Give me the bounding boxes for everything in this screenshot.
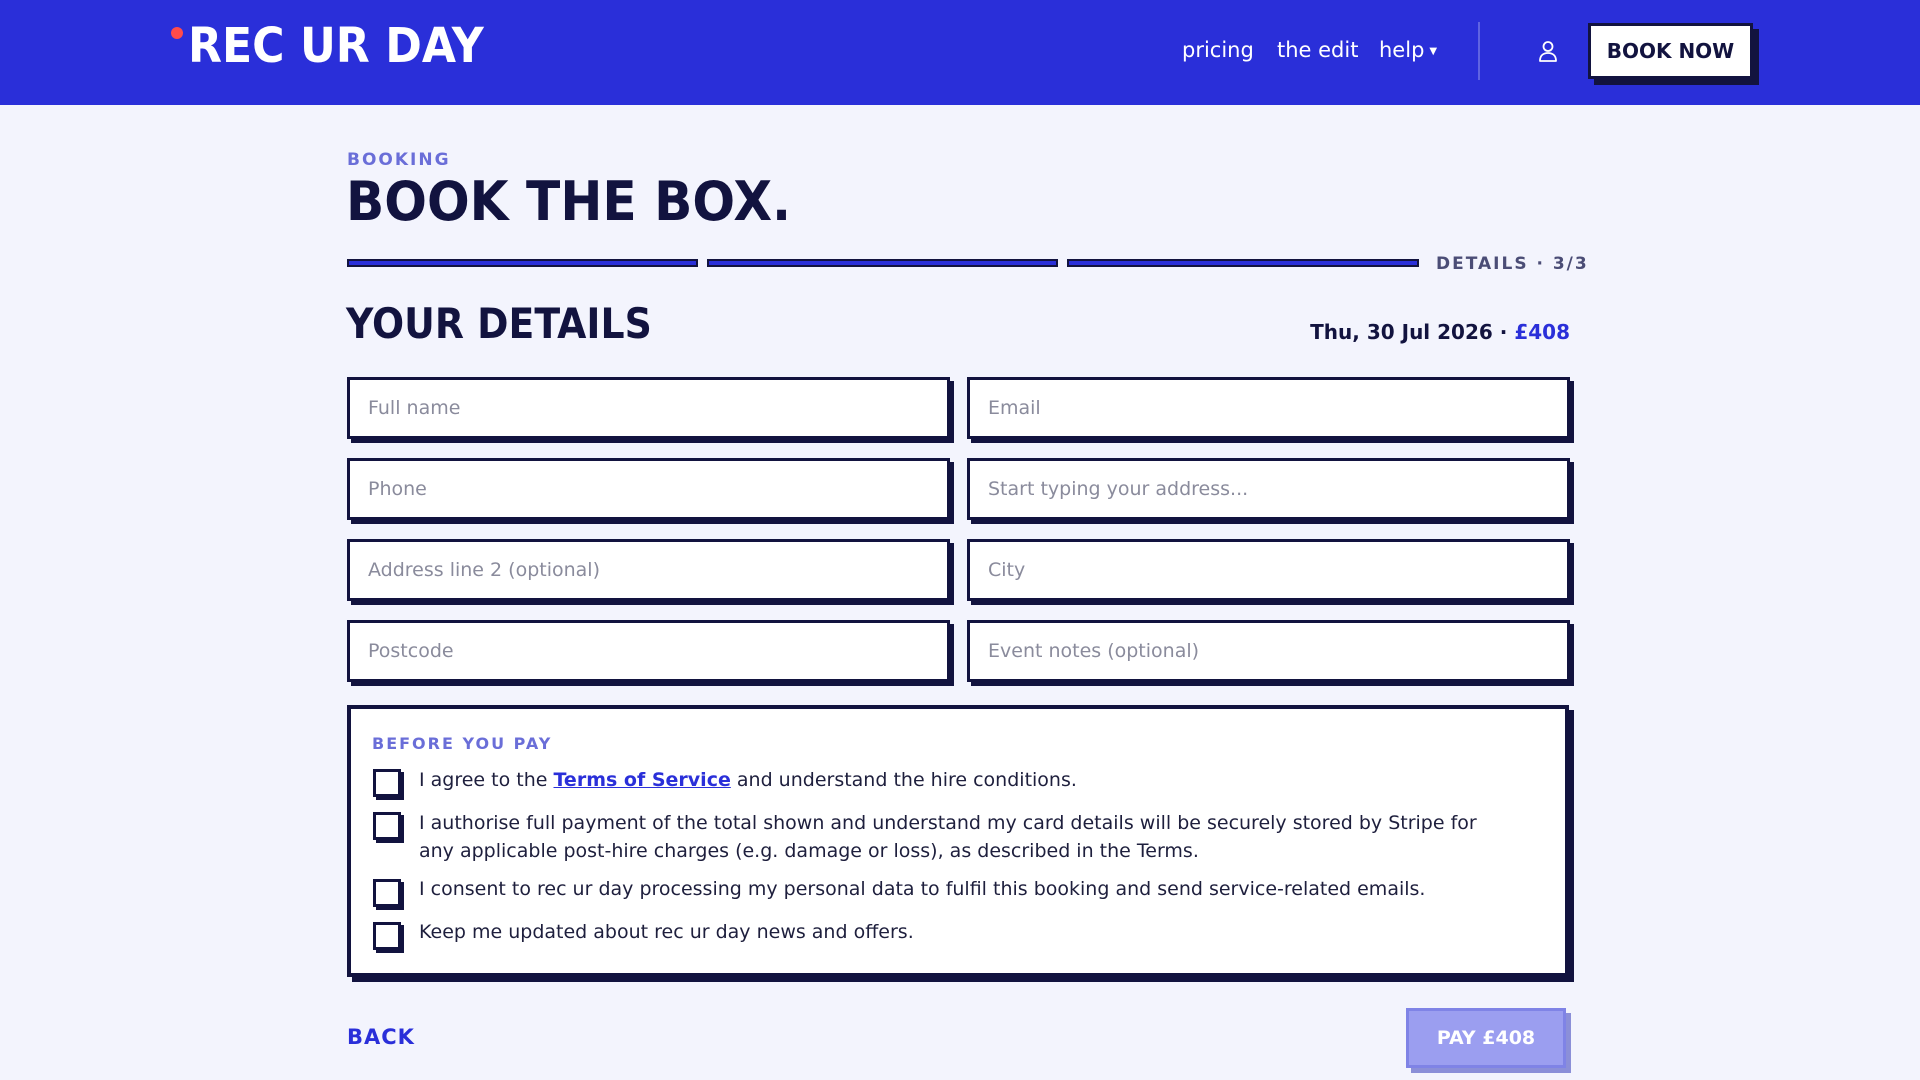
- phone-input[interactable]: [347, 458, 950, 520]
- user-icon[interactable]: [1538, 40, 1558, 62]
- terms-of-service-link[interactable]: Terms of Service: [554, 769, 731, 791]
- nav-link-pricing[interactable]: pricing: [1182, 38, 1254, 62]
- terms-checkbox[interactable]: [373, 769, 401, 797]
- full-name-input[interactable]: [347, 377, 950, 439]
- progress-step-2: [707, 259, 1058, 267]
- book-now-button[interactable]: BOOK NOW: [1588, 23, 1753, 79]
- terms-consent-text: I agree to the Terms of Service and unde…: [419, 766, 1499, 794]
- data-processing-text: I consent to rec ur day processing my pe…: [419, 878, 1426, 900]
- pay-button[interactable]: PAY £408: [1406, 1008, 1566, 1068]
- address-search-input[interactable]: [967, 458, 1570, 520]
- booking-eyebrow: BOOKING: [347, 150, 451, 170]
- nav-link-the-edit[interactable]: the edit: [1277, 38, 1358, 62]
- data-processing-checkbox[interactable]: [373, 879, 401, 907]
- city-input[interactable]: [967, 539, 1570, 601]
- booking-summary: Thu, 30 Jul 2026 · £408: [1310, 320, 1570, 344]
- back-button[interactable]: BACK: [347, 1025, 415, 1049]
- caret-down-icon: ▼: [1429, 45, 1438, 57]
- summary-price: £408: [1514, 320, 1570, 344]
- email-input[interactable]: [967, 377, 1570, 439]
- summary-separator: ·: [1492, 320, 1515, 344]
- progress-step-3: [1067, 259, 1419, 267]
- top-navigation-bar: REC UR DAY pricing the edit help ▼ BOOK N…: [0, 0, 1920, 105]
- summary-date: Thu, 30 Jul 2026: [1310, 320, 1493, 344]
- postcode-input[interactable]: [347, 620, 950, 682]
- payment-authorisation-checkbox[interactable]: [373, 812, 401, 840]
- event-notes-input[interactable]: [967, 620, 1570, 682]
- brand-logo[interactable]: REC UR DAY: [188, 18, 484, 74]
- step-indicator: DETAILS · 3/3: [1436, 254, 1589, 274]
- marketing-checkbox[interactable]: [373, 922, 401, 950]
- progress-step-1: [347, 259, 698, 267]
- section-title-your-details: YOUR DETAILS: [346, 299, 652, 348]
- nav-help-label: help: [1379, 38, 1425, 62]
- terms-text-before: I agree to the: [419, 769, 554, 791]
- terms-text-after: and understand the hire conditions.: [730, 769, 1077, 791]
- logo-dot-icon: [171, 27, 183, 39]
- nav-link-help[interactable]: help ▼: [1379, 38, 1437, 62]
- nav-divider: [1478, 22, 1480, 80]
- consent-title: BEFORE YOU PAY: [372, 734, 553, 753]
- page-title: BOOK THE BOX.: [346, 170, 792, 233]
- payment-authorisation-text: I authorise full payment of the total sh…: [419, 812, 1477, 862]
- address-line-2-input[interactable]: [347, 539, 950, 601]
- marketing-text: Keep me updated about rec ur day news an…: [419, 921, 914, 943]
